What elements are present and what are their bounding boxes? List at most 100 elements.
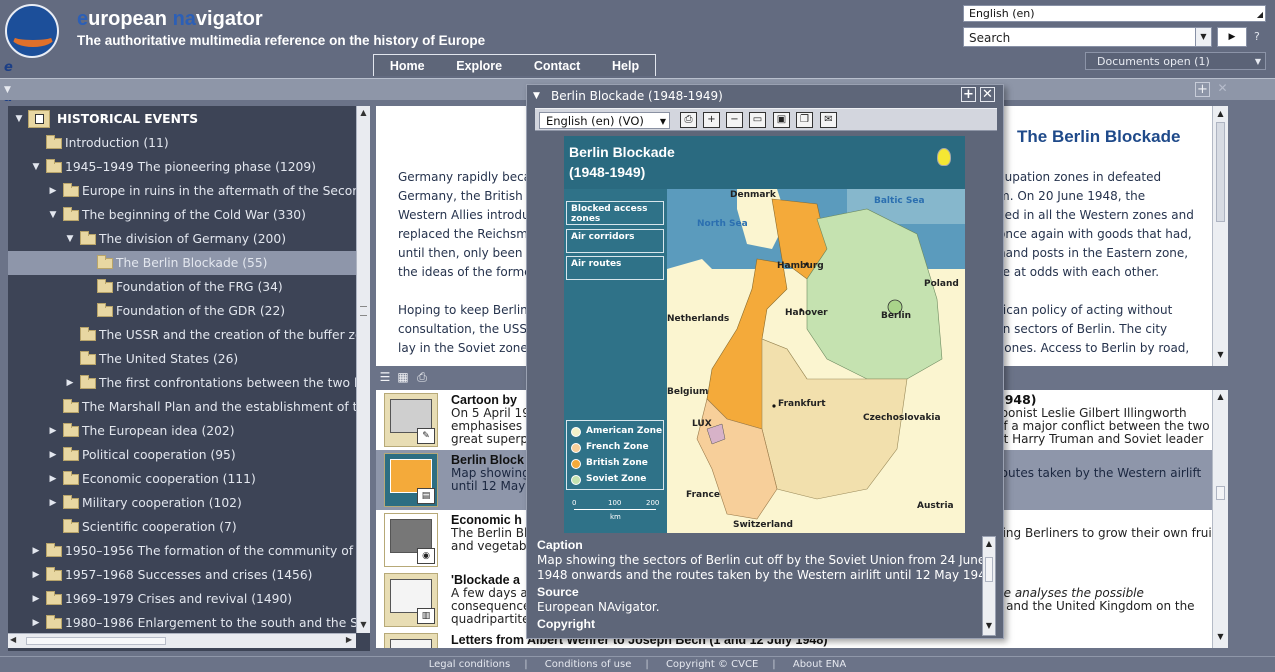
scroll-up-icon[interactable]: ▲ — [983, 539, 995, 548]
tree-item[interactable]: ▼ 1945–1949 The pioneering phase (1209) — [8, 155, 356, 179]
scroll-left-icon[interactable]: ◀ — [10, 635, 16, 644]
folder-icon[interactable]: ▭ — [749, 112, 766, 128]
expand-arrow-icon[interactable]: ▶ — [65, 371, 75, 395]
scroll-thumb[interactable] — [1216, 486, 1225, 500]
expand-arrow-icon[interactable]: ▶ — [48, 179, 58, 203]
zoom-in-icon[interactable]: + — [703, 112, 720, 128]
close-icon[interactable]: ✕ — [980, 87, 995, 102]
tree-item[interactable]: Foundation of the GDR (22) — [8, 299, 356, 323]
air-routes-button[interactable]: Air routes — [566, 256, 664, 280]
maximize-icon[interactable]: + — [961, 87, 976, 102]
email-icon[interactable]: ✉ — [820, 112, 837, 128]
print-icon[interactable]: ⎙ — [680, 112, 697, 128]
tree-item[interactable]: Introduction (11) — [8, 131, 356, 155]
scroll-up-icon[interactable]: ▲ — [1213, 109, 1228, 118]
footer-conditions-link[interactable]: Conditions of use — [531, 659, 646, 670]
tree-item[interactable]: ▶ 1980–1986 Enlargement to the south and … — [8, 611, 356, 635]
footer-copyright-link[interactable]: Copyright © CVCE — [652, 659, 772, 670]
lightbulb-icon[interactable] — [937, 148, 951, 166]
document-scrollbar[interactable]: ▲ ▼ — [1212, 106, 1228, 366]
chevron-down-icon[interactable]: ▼ — [1195, 28, 1211, 46]
tree-item[interactable]: ▼ The division of Germany (200) — [8, 227, 356, 251]
thumbnail — [384, 633, 438, 648]
scroll-down-icon[interactable]: ▼ — [1213, 350, 1228, 359]
collapse-arrow-icon[interactable]: ▼ — [48, 203, 58, 227]
tree-item[interactable]: ▶ The first confrontations between the tw… — [8, 371, 356, 395]
menu-help[interactable]: Help — [602, 59, 649, 73]
tree-item[interactable]: ▶ Military cooperation (102) — [8, 491, 356, 515]
tree-item[interactable]: ▶ Europe in ruins in the aftermath of the… — [8, 179, 356, 203]
expand-arrow-icon[interactable]: ▶ — [31, 587, 41, 611]
footer-about-link[interactable]: About ENA — [779, 659, 860, 670]
expand-arrow-icon[interactable]: ▶ — [31, 611, 41, 635]
grid-view-icon[interactable]: ▦ — [396, 370, 410, 384]
search-input[interactable]: Search ▼ — [963, 27, 1212, 47]
expand-arrow-icon[interactable]: ▶ — [48, 443, 58, 467]
blocked-access-button[interactable]: Blocked access zones — [566, 201, 664, 225]
tree-item[interactable]: ▶ 1969–1979 Crises and revival (1490) — [8, 587, 356, 611]
expand-arrow-icon[interactable]: ▶ — [48, 467, 58, 491]
footer-legal-link[interactable]: Legal conditions — [415, 659, 524, 670]
scroll-right-icon[interactable]: ▶ — [346, 635, 352, 644]
zoom-out-icon[interactable]: − — [726, 112, 743, 128]
tree-root[interactable]: ▼ HISTORICAL EVENTS — [8, 107, 356, 131]
search-go-button[interactable]: ▶ — [1217, 27, 1247, 47]
folder-icon — [46, 615, 62, 629]
collapse-arrow-icon[interactable]: ▼ — [31, 155, 41, 179]
tree-item[interactable]: ▶ 1950–1956 The formation of the communit… — [8, 539, 356, 563]
tree-item[interactable]: ▶ 1957–1968 Successes and crises (1456) — [8, 563, 356, 587]
copy-icon[interactable]: ❐ — [796, 112, 813, 128]
ena-logo[interactable]: e n a — [4, 4, 60, 105]
list-view-icon[interactable]: ☰ — [378, 370, 392, 384]
source-text: European NAvigator. — [537, 600, 660, 614]
scroll-thumb[interactable] — [360, 306, 367, 316]
caption-scrollbar[interactable]: ▲ ▼ — [982, 536, 996, 636]
scroll-thumb[interactable] — [26, 637, 166, 645]
collapse-arrow-icon[interactable]: ▼ — [65, 227, 75, 251]
expand-arrow-icon[interactable]: ▶ — [48, 419, 58, 443]
tree-item[interactable]: ▶ The European idea (202) — [8, 419, 356, 443]
menu-explore[interactable]: Explore — [446, 59, 512, 73]
tree-item[interactable]: Foundation of the FRG (34) — [8, 275, 356, 299]
menu-contact[interactable]: Contact — [524, 59, 591, 73]
close-icon[interactable]: ✕ — [1215, 82, 1230, 97]
folder-icon — [63, 423, 79, 437]
expand-arrow-icon[interactable]: ▶ — [31, 563, 41, 587]
documents-open-select[interactable]: Documents open (1) ▼ — [1085, 52, 1266, 70]
tree-item[interactable]: ▼ The beginning of the Cold War (330) — [8, 203, 356, 227]
main-menu: Home Explore Contact Help — [373, 54, 656, 76]
scroll-thumb[interactable] — [985, 557, 993, 582]
tree-item[interactable]: Scientific cooperation (7) — [8, 515, 356, 539]
scroll-up-icon[interactable]: ▲ — [357, 108, 370, 117]
scroll-up-icon[interactable]: ▲ — [1213, 392, 1228, 401]
tree-vertical-scrollbar[interactable]: ▲ ▼ — [356, 106, 370, 633]
tree-item[interactable]: The United States (26) — [8, 347, 356, 371]
expand-arrow-icon[interactable]: ▶ — [31, 539, 41, 563]
maximize-icon[interactable]: + — [1195, 82, 1210, 97]
tree-item[interactable]: The Marshall Plan and the establishment … — [8, 395, 356, 419]
menu-home[interactable]: Home — [380, 59, 435, 73]
map-sidebar: Blocked access zones Air corridors Air r… — [564, 189, 667, 533]
collapse-arrow-icon[interactable]: ▼ — [14, 107, 24, 131]
list-scrollbar[interactable]: ▲ ▼ — [1212, 390, 1228, 648]
tree-item-selected[interactable]: The Berlin Blockade (55) — [8, 251, 356, 275]
scroll-thumb[interactable] — [1216, 122, 1225, 222]
body-text: lay in the Soviet zone, — [398, 341, 532, 355]
logo-swoosh-icon — [11, 27, 55, 47]
scroll-down-icon[interactable]: ▼ — [1213, 632, 1228, 641]
scroll-down-icon[interactable]: ▼ — [357, 620, 370, 629]
tree-item[interactable]: ▶ Political cooperation (95) — [8, 443, 356, 467]
save-icon[interactable]: ▣ — [773, 112, 790, 128]
language-select[interactable]: English (en) ◢ — [963, 5, 1266, 22]
print-icon[interactable]: ⎙ — [415, 370, 429, 384]
version-select[interactable]: English (en) (VO) ▼ — [539, 112, 670, 129]
tree-item[interactable]: ▶ Economic cooperation (111) — [8, 467, 356, 491]
scroll-down-icon[interactable]: ▼ — [983, 621, 995, 630]
collapse-icon[interactable]: ▼ — [4, 85, 11, 95]
tree-horizontal-scrollbar[interactable]: ◀ ▶ — [8, 633, 356, 648]
air-corridors-button[interactable]: Air corridors — [566, 229, 664, 253]
expand-arrow-icon[interactable]: ▶ — [48, 491, 58, 515]
collapse-icon[interactable]: ▼ — [533, 91, 540, 101]
help-icon[interactable]: ? — [1254, 30, 1260, 43]
tree-item[interactable]: The USSR and the creation of the buffer … — [8, 323, 356, 347]
